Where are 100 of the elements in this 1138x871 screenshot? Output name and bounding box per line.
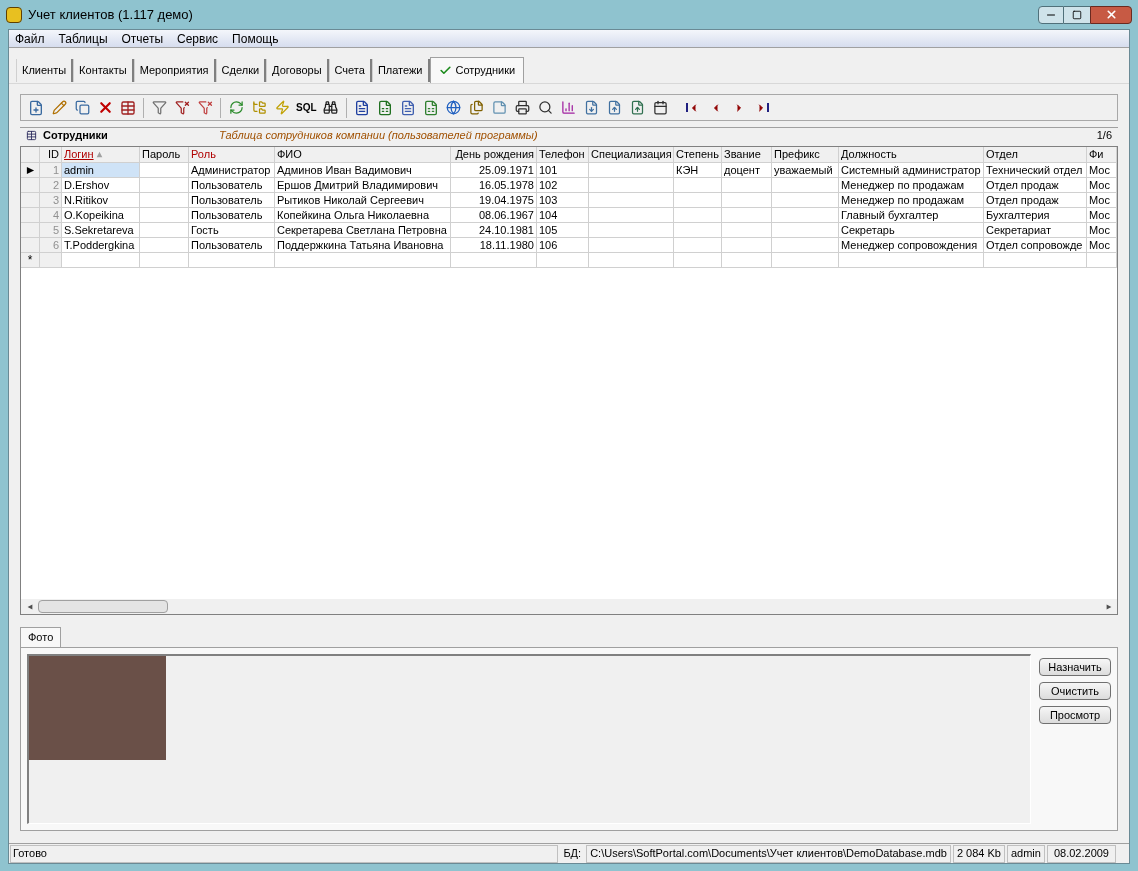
minimize-button[interactable] bbox=[1038, 5, 1064, 24]
table-cell: Пользователь bbox=[189, 178, 275, 193]
table-cell: Пользователь bbox=[189, 238, 275, 253]
close-icon bbox=[1104, 8, 1118, 21]
row-number-cell: 4 bbox=[40, 208, 62, 223]
column-header[interactable]: Специализация bbox=[591, 147, 672, 162]
table-cell: admin bbox=[62, 163, 140, 178]
table-cell: Отдел продаж bbox=[984, 193, 1087, 208]
column-header[interactable]: ФИО bbox=[277, 147, 302, 162]
table-cell bbox=[722, 208, 772, 223]
row-number-cell bbox=[40, 253, 62, 268]
table-cell: Отдел продаж bbox=[984, 178, 1087, 193]
table-cell: Отдел сопровожде bbox=[984, 238, 1087, 253]
table-cell bbox=[722, 238, 772, 253]
table-cell bbox=[674, 238, 722, 253]
row-indicator[interactable] bbox=[21, 163, 40, 178]
table-icon bbox=[26, 130, 37, 141]
table-cell: Рытиков Николай Сергеевич bbox=[275, 193, 451, 208]
menu-item[interactable]: Файл bbox=[15, 29, 45, 48]
panel-button[interactable]: Просмотр bbox=[1039, 706, 1111, 724]
table-cell: 105 bbox=[537, 223, 589, 238]
table-cell: S.Sekretareva bbox=[62, 223, 140, 238]
row-number-cell: 3 bbox=[40, 193, 62, 208]
tab[interactable]: Договоры bbox=[266, 59, 329, 82]
table-cell: Ершов Дмитрий Владимирович bbox=[275, 178, 451, 193]
table-cell: 103 bbox=[537, 193, 589, 208]
table-title: Сотрудники bbox=[43, 128, 109, 144]
table-cell: Мос bbox=[1087, 208, 1117, 223]
table-cell bbox=[674, 208, 722, 223]
table-cell: Менеджер сопровождения bbox=[839, 238, 984, 253]
table-cell: Секретарева Светлана Петровна bbox=[275, 223, 451, 238]
table-cell: 25.09.1971 bbox=[451, 163, 537, 178]
table-cell bbox=[140, 193, 189, 208]
table-cell bbox=[772, 238, 839, 253]
menu-item[interactable]: Отчеты bbox=[121, 29, 163, 48]
table-cell: Пользователь bbox=[189, 193, 275, 208]
close-button[interactable] bbox=[1090, 5, 1132, 24]
tab[interactable]: Счета bbox=[328, 59, 372, 82]
table-cell: Системный администратор bbox=[839, 163, 984, 178]
empty-cell bbox=[140, 253, 189, 268]
table-cell bbox=[722, 178, 772, 193]
table-cell: Админов Иван Вадимович bbox=[275, 163, 451, 178]
record-counter: 1/6 bbox=[1096, 128, 1112, 144]
table-cell: Секретарь bbox=[839, 223, 984, 238]
menu-item[interactable]: Помощь bbox=[232, 29, 279, 48]
table-cell: T.Poddergkina bbox=[62, 238, 140, 253]
table-cell bbox=[140, 178, 189, 193]
table-cell bbox=[722, 223, 772, 238]
row-number-cell: 6 bbox=[40, 238, 62, 253]
row-number-cell: 5 bbox=[40, 223, 62, 238]
tab[interactable]: Платежи bbox=[371, 59, 430, 82]
row-number-cell: 2 bbox=[40, 178, 62, 193]
tab[interactable]: Сотрудники bbox=[429, 57, 525, 83]
table-cell: Мос bbox=[1087, 238, 1117, 253]
table-cell bbox=[140, 223, 189, 238]
horizontal-scrollbar[interactable] bbox=[21, 599, 1117, 614]
panel-button[interactable]: Назначить bbox=[1039, 658, 1111, 676]
current-row-icon bbox=[25, 165, 35, 175]
table-cell: O.Kopeikina bbox=[62, 208, 140, 223]
photo-tab[interactable]: Фото bbox=[20, 627, 62, 647]
table-cell: Копейкина Ольга Николаевна bbox=[275, 208, 451, 223]
table-cell bbox=[674, 178, 722, 193]
tab[interactable]: Клиенты bbox=[16, 59, 74, 82]
table-cell: 102 bbox=[537, 178, 589, 193]
table-cell: D.Ershov bbox=[62, 178, 140, 193]
table-cell: уважаемый bbox=[772, 163, 839, 178]
table-cell bbox=[722, 193, 772, 208]
menu-item[interactable]: Таблицы bbox=[58, 29, 108, 48]
table-description: Таблица сотрудников компании (пользователей программы) bbox=[219, 128, 539, 144]
tab[interactable]: Мероприятия bbox=[133, 59, 216, 82]
table-cell: Технический отдел bbox=[984, 163, 1087, 178]
table-cell bbox=[772, 208, 839, 223]
status-date: 08.02.2009 bbox=[1046, 844, 1116, 863]
table-cell: 106 bbox=[537, 238, 589, 253]
table-cell: 08.06.1967 bbox=[451, 208, 537, 223]
tab[interactable]: Сделки bbox=[215, 59, 267, 82]
new-row-marker: * bbox=[21, 253, 40, 268]
status-text: Готово bbox=[10, 844, 559, 863]
table-cell: 18.11.1980 bbox=[451, 238, 537, 253]
table-cell: Администратор bbox=[189, 163, 275, 178]
table-cell: Гость bbox=[189, 223, 275, 238]
tab[interactable]: Контакты bbox=[73, 59, 134, 82]
empty-cell bbox=[772, 253, 839, 268]
empty-cell bbox=[1087, 253, 1117, 268]
row-number-cell: 1 bbox=[40, 163, 62, 178]
table-cell: Мос bbox=[1087, 193, 1117, 208]
table-cell bbox=[674, 193, 722, 208]
table-cell: 101 bbox=[537, 163, 589, 178]
table-cell: 16.05.1978 bbox=[451, 178, 537, 193]
panel-button[interactable]: Очистить bbox=[1039, 682, 1111, 700]
table-cell: Мос bbox=[1087, 163, 1117, 178]
table-cell: КЭН bbox=[674, 163, 722, 178]
scrollbar-thumb[interactable] bbox=[38, 600, 168, 613]
app-icon bbox=[6, 6, 22, 23]
scroll-right-icon bbox=[1105, 603, 1112, 610]
table-cell: Секретариат bbox=[984, 223, 1087, 238]
table-cell: N.Ritikov bbox=[62, 193, 140, 208]
menu-item[interactable]: Сервис bbox=[177, 29, 219, 48]
maximize-button[interactable] bbox=[1064, 5, 1090, 24]
sql-button[interactable]: SQL bbox=[294, 96, 319, 119]
